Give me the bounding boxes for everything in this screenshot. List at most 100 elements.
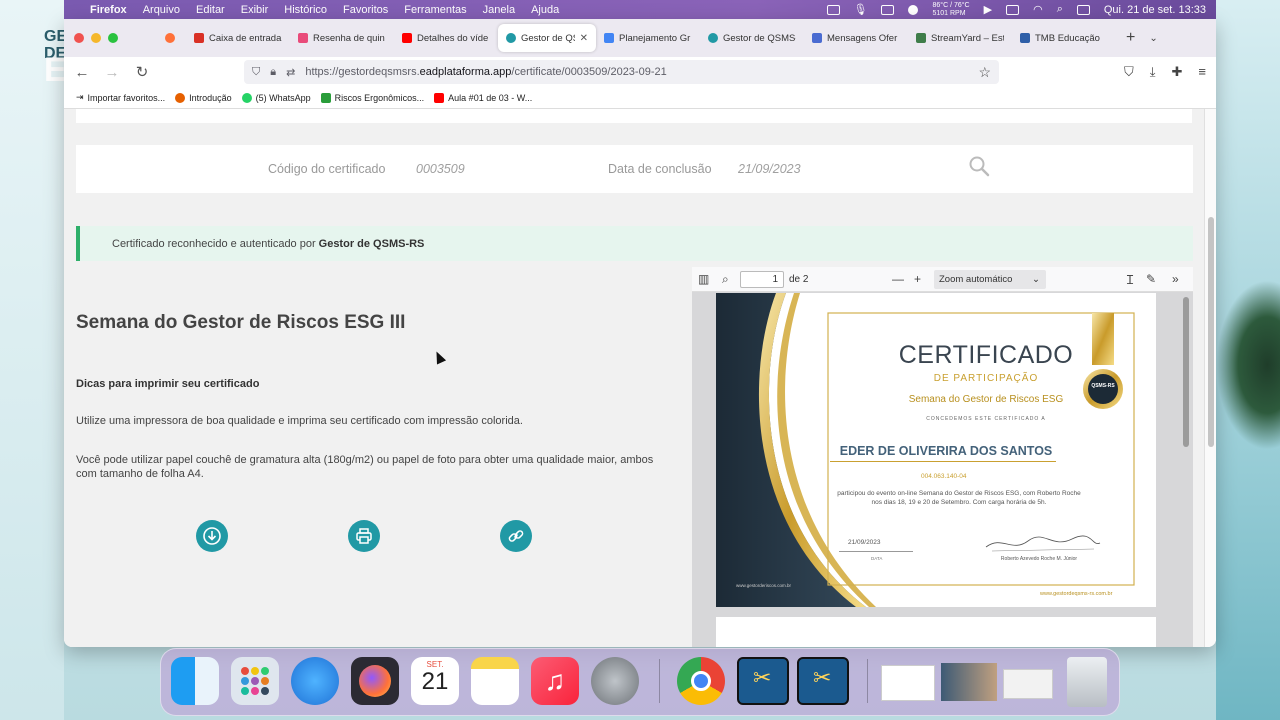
minimize-window-button[interactable] — [91, 33, 101, 43]
microphone-icon[interactable]: 🎙 — [854, 3, 868, 16]
certificate-date-label: DATA — [871, 556, 883, 561]
more-tools-icon[interactable]: » — [1172, 272, 1179, 286]
dock-finder[interactable] — [171, 657, 219, 705]
menu-item-janela[interactable]: Janela — [483, 4, 515, 16]
pdf-scrollbar[interactable] — [1183, 297, 1189, 447]
tab-pinned-firefox[interactable] — [154, 24, 186, 52]
close-window-button[interactable] — [74, 33, 84, 43]
dock-recent-window-2[interactable] — [941, 663, 997, 701]
back-button[interactable]: ← — [74, 64, 90, 81]
browser-window: Caixa de entrada Resenha de quin Detalhe… — [64, 19, 1216, 647]
new-tab-button[interactable]: + — [1126, 29, 1135, 47]
tab-planejamento[interactable]: Planejamento Gr — [596, 24, 700, 52]
menu-item-ajuda[interactable]: Ajuda — [531, 4, 559, 16]
tab-gmail[interactable]: Caixa de entrada — [186, 24, 290, 52]
tab-mensagens[interactable]: Mensagens Ofer — [804, 24, 908, 52]
authentication-notice: Certificado reconhecido e autenticado po… — [76, 226, 1193, 261]
zoom-select[interactable]: Zoom automático ⌄ — [934, 270, 1046, 289]
desktop-left: GE DE E — [0, 0, 67, 720]
tab-resenha[interactable]: Resenha de quin — [290, 24, 394, 52]
dock-video-editor-2[interactable]: ✂ — [797, 657, 849, 705]
mouse-cursor — [431, 349, 447, 365]
menu-item-ferramentas[interactable]: Ferramentas — [404, 4, 466, 16]
dock-video-editor-1[interactable]: ✂ — [737, 657, 789, 705]
dock-recent-window-3[interactable] — [1003, 669, 1053, 699]
copy-link-button[interactable] — [500, 520, 532, 552]
menu-item-exibir[interactable]: Exibir — [241, 4, 269, 16]
printer-icon — [356, 528, 372, 544]
extensions-icon[interactable]: ✚ — [1172, 64, 1183, 80]
dock-trash[interactable] — [1067, 657, 1107, 707]
url-bar[interactable]: ⛉ 🔒︎ ⇄ https://gestordeqsmsrs.eadplatafo… — [244, 60, 999, 84]
url-domain: eadplataforma.app — [419, 66, 512, 78]
chevron-down-icon: ⌄ — [1032, 274, 1040, 285]
tab-gestor-qsms-active[interactable]: Gestor de QSMS ✕ — [498, 24, 596, 52]
play-icon[interactable]: ▶ — [984, 3, 992, 16]
battery-icon[interactable] — [1006, 4, 1020, 15]
bookmark-import[interactable]: ⇥ Importar favoritos... — [76, 92, 165, 103]
dock-firefox[interactable] — [351, 657, 399, 705]
camera-icon[interactable] — [881, 4, 895, 15]
menubar-clock[interactable]: Qui. 21 de set. 13:33 — [1104, 4, 1206, 16]
forward-button[interactable]: → — [104, 64, 120, 81]
screen-share-icon[interactable] — [826, 4, 840, 15]
menu-app-name[interactable]: Firefox — [90, 4, 127, 16]
tab-tmb[interactable]: TMB Educação — [1012, 24, 1116, 52]
wifi-icon[interactable]: ◠ — [1033, 3, 1043, 16]
dock-launchpad[interactable] — [231, 657, 279, 705]
audio-app-icon[interactable] — [908, 4, 919, 15]
youtube-icon — [402, 33, 412, 43]
zoom-in-icon[interactable]: + — [914, 272, 921, 286]
chrome-center — [691, 671, 711, 691]
temperature-readout[interactable]: 86°C / 76°C 5101 RPM — [932, 2, 969, 18]
search-icon[interactable] — [968, 155, 990, 177]
tab-gestor-qsms-2[interactable]: Gestor de QSMS- — [700, 24, 804, 52]
control-center-icon[interactable] — [1076, 4, 1090, 15]
pdf-page-number-input[interactable]: 1 — [740, 271, 784, 288]
tab-streamyard[interactable]: StreamYard – Est — [908, 24, 1012, 52]
menu-item-historico[interactable]: Histórico — [284, 4, 327, 16]
pdf-toolbar: ▥ ⌕ 1 de 2 — + Zoom automático ⌄ Ｉ ✎ » — [692, 267, 1193, 292]
pocket-icon[interactable]: ⛉ — [1124, 64, 1134, 80]
downloads-icon[interactable]: ⤓ — [1150, 64, 1156, 80]
menu-item-favoritos[interactable]: Favoritos — [343, 4, 388, 16]
dock-safari[interactable] — [291, 657, 339, 705]
page-scrollbar-thumb[interactable] — [1208, 217, 1214, 447]
spotlight-search-icon[interactable]: ⌕ — [1057, 3, 1063, 16]
bookmark-riscos[interactable]: Riscos Ergonômicos... — [320, 92, 424, 103]
draw-icon[interactable]: ✎ — [1146, 272, 1156, 286]
bookmark-introducao[interactable]: Introdução — [175, 92, 232, 103]
list-all-tabs-icon[interactable]: ⌄ — [1149, 33, 1157, 44]
menu-item-arquivo[interactable]: Arquivo — [143, 4, 180, 16]
dock-system-settings[interactable] — [591, 657, 639, 705]
bookmark-whatsapp[interactable]: (5) WhatsApp — [241, 92, 311, 103]
reload-button[interactable]: ↻ — [134, 63, 150, 81]
zoom-select-value: Zoom automático — [939, 274, 1013, 285]
docs-icon — [604, 33, 614, 43]
print-button[interactable] — [348, 520, 380, 552]
text-select-icon[interactable]: Ｉ — [1124, 271, 1136, 288]
zoom-out-icon[interactable]: — — [892, 272, 904, 286]
tab-youtube-detalhes[interactable]: Detalhes do víde — [394, 24, 498, 52]
menu-item-editar[interactable]: Editar — [196, 4, 225, 16]
dock-chrome[interactable] — [677, 657, 725, 705]
download-button[interactable] — [196, 520, 228, 552]
page-scrollbar[interactable] — [1204, 109, 1216, 647]
youtube-icon — [434, 92, 445, 103]
pdf-search-icon[interactable]: ⌕ — [722, 272, 729, 287]
dock-recent-window-1[interactable] — [881, 665, 935, 701]
fullscreen-window-button[interactable] — [108, 33, 118, 43]
firefox-icon — [175, 92, 186, 103]
menu-hamburger-icon[interactable]: ≡ — [1198, 64, 1206, 80]
close-tab-icon[interactable]: ✕ — [580, 33, 588, 44]
dock-notes[interactable] — [471, 657, 519, 705]
bookmark-aula[interactable]: Aula #01 de 03 - W... — [434, 92, 532, 103]
tab-label: StreamYard – Est — [931, 32, 1004, 44]
bookmark-star-icon[interactable]: ☆ — [978, 64, 991, 81]
permissions-icon[interactable]: ⇄ — [286, 66, 295, 79]
dock-calendar[interactable]: SET. 21 — [411, 657, 459, 705]
lock-icon[interactable]: 🔒︎ — [270, 66, 276, 79]
dock-music[interactable]: ♫ — [531, 657, 579, 705]
sidebar-toggle-icon[interactable]: ▥ — [698, 272, 709, 286]
shield-icon[interactable]: ⛉ — [252, 66, 260, 79]
